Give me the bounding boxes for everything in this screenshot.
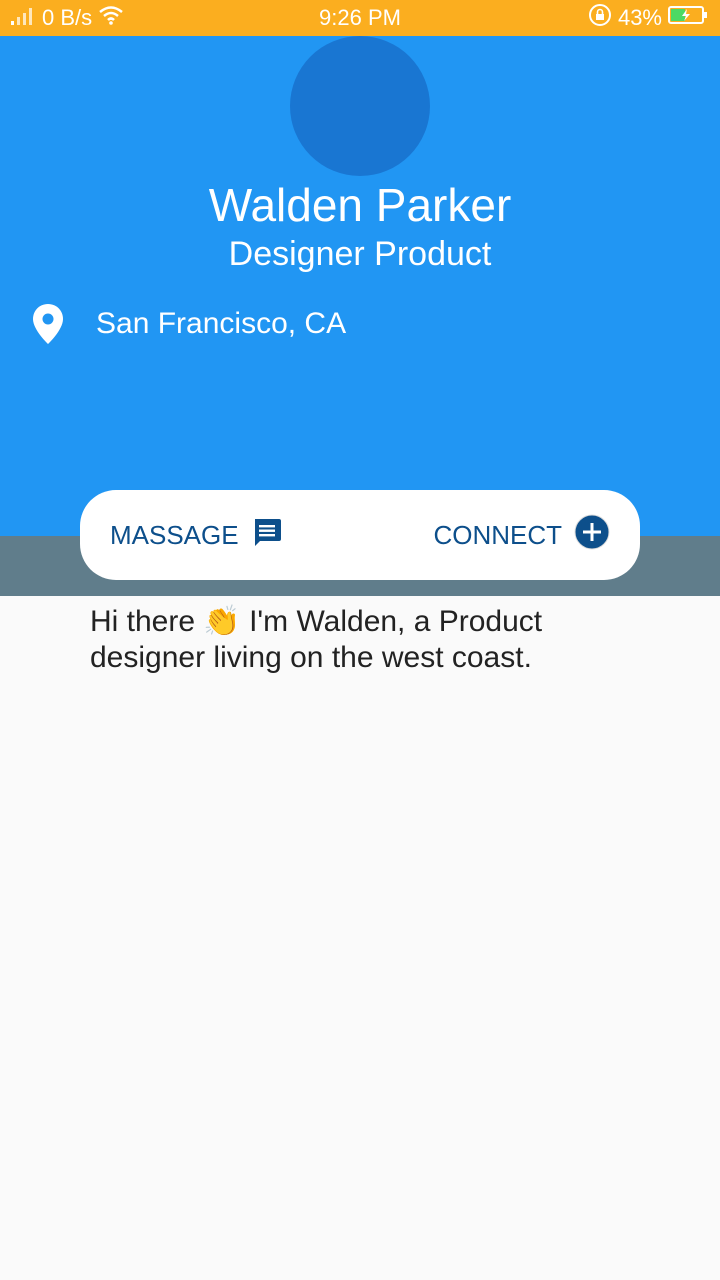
status-right: 43% <box>588 3 708 33</box>
profile-name: Walden Parker <box>208 179 512 231</box>
status-bar: 0 B/s 9:26 PM 43% <box>0 0 720 36</box>
avatar[interactable] <box>290 36 430 176</box>
message-icon <box>251 516 283 555</box>
connect-button-label: CONNECT <box>433 519 562 550</box>
connect-button[interactable]: CONNECT <box>433 490 610 580</box>
battery-charging-icon <box>668 5 708 31</box>
profile-header: Walden Parker Designer Product San Franc… <box>0 36 720 536</box>
location-pin-icon <box>30 302 66 346</box>
rotation-lock-icon <box>588 3 612 33</box>
profile-title: Designer Product <box>228 235 492 273</box>
action-card: MASSAGE CONNECT <box>80 490 640 580</box>
message-button[interactable]: MASSAGE <box>110 490 283 580</box>
bio-text: Hi there 👏 I'm Walden, a Product designe… <box>90 605 543 674</box>
location-text: San Francisco, CA <box>96 307 347 340</box>
message-button-label: MASSAGE <box>110 519 239 550</box>
add-circle-icon <box>574 514 610 557</box>
battery-percent: 43% <box>617 5 662 30</box>
